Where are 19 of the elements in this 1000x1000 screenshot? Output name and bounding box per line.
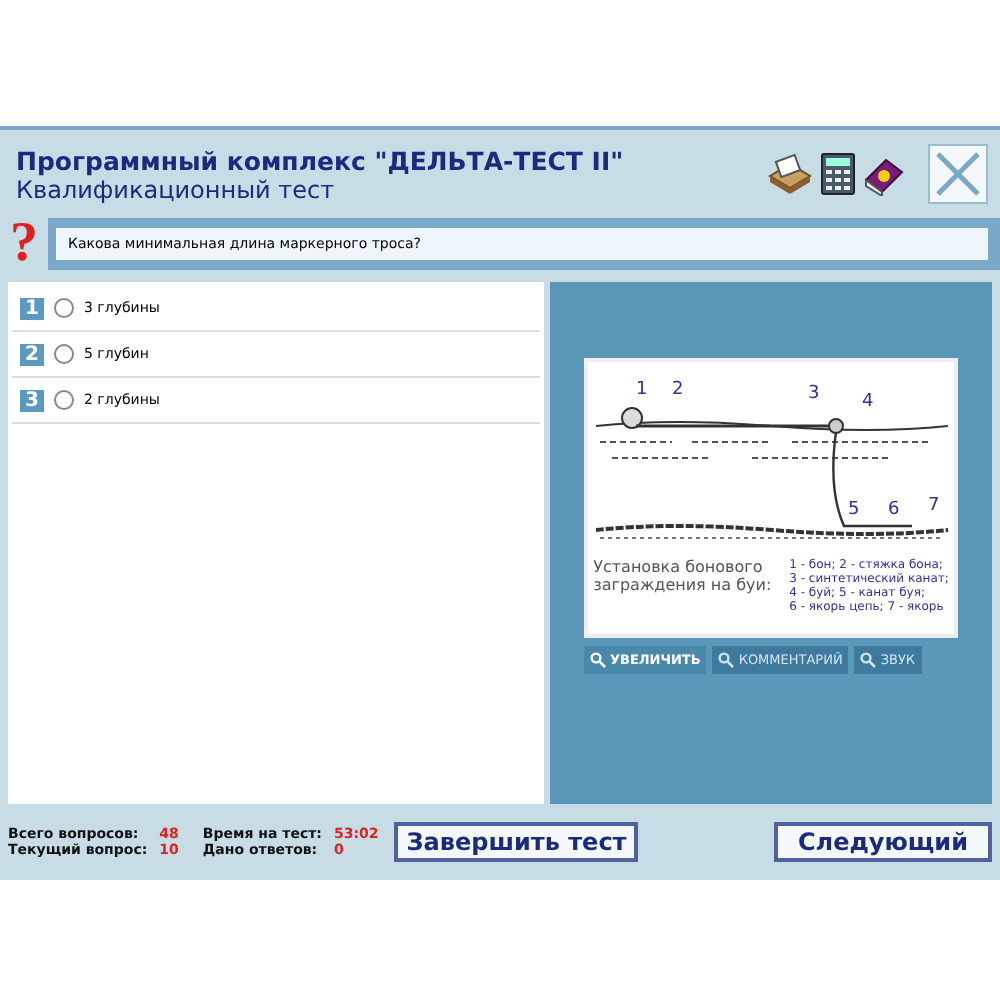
- radio-button[interactable]: [54, 344, 74, 364]
- radio-button[interactable]: [54, 298, 74, 318]
- calculator-icon[interactable]: [820, 152, 856, 196]
- card-file-icon[interactable]: [766, 152, 814, 196]
- figure-caption: Установка бонового заграждения на буи:: [593, 558, 774, 594]
- question-mark: ?: [0, 218, 48, 270]
- finish-test-button[interactable]: Завершить тест: [394, 822, 639, 862]
- boom-diagram-drawing: 1 2 3 4 5 6 7: [591, 370, 951, 550]
- next-button[interactable]: Следующий: [774, 822, 992, 862]
- close-button[interactable]: [928, 144, 988, 204]
- answer-number: 3: [20, 389, 44, 411]
- search-icon: [590, 652, 606, 668]
- radio-button[interactable]: [54, 390, 74, 410]
- app-subtitle: Квалификационный тест: [16, 175, 337, 203]
- answer-number: 1: [20, 297, 44, 319]
- app-title: Программный комплекс "ДЕЛЬТА-ТЕСТ II": [16, 145, 626, 175]
- answer-number: 2: [20, 343, 44, 365]
- search-icon: [860, 652, 877, 668]
- search-icon: [718, 652, 735, 668]
